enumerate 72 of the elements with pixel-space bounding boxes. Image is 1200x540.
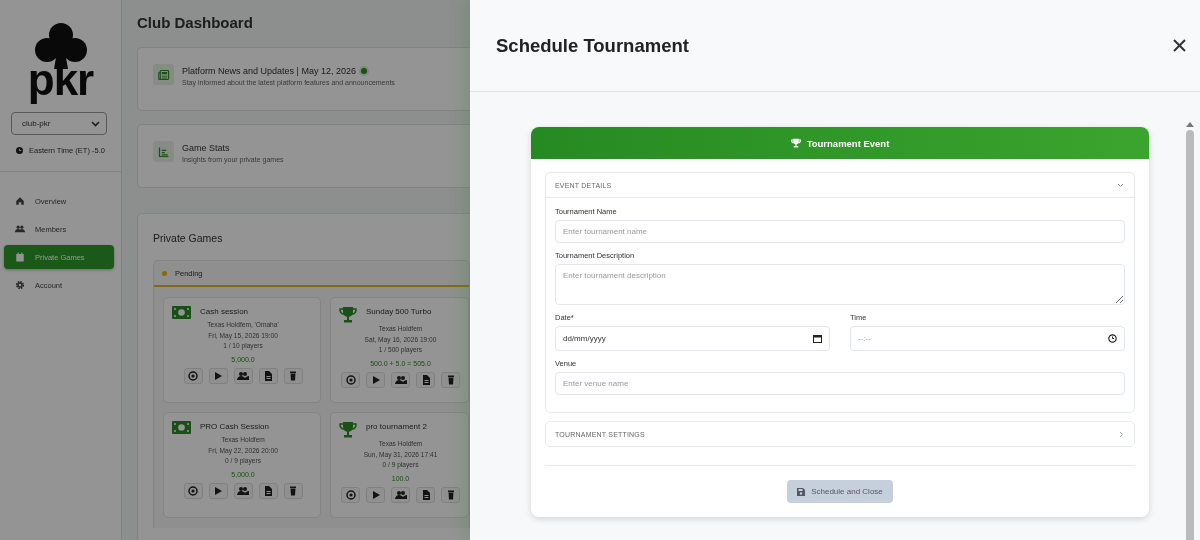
card-title: Tournament Event [806, 137, 890, 149]
start-button[interactable] [366, 371, 385, 388]
players-button[interactable] [391, 486, 410, 503]
card-title: Game Stats [182, 143, 230, 153]
newspaper-icon [157, 68, 170, 81]
users-icon [237, 485, 249, 496]
card-title: Platform News and Updates | May 12, 2026 [182, 66, 356, 76]
calendar-icon [813, 334, 822, 343]
view-button[interactable] [341, 486, 360, 503]
game-title: Sunday 500 Turbo [366, 307, 432, 316]
logo-text: pkr [27, 58, 94, 102]
users-icon [394, 489, 407, 500]
document-icon [262, 485, 274, 496]
text-field[interactable]: Enter tournament name [555, 220, 1125, 243]
trophy-icon [339, 421, 357, 438]
users-icon [237, 370, 249, 381]
club-select[interactable]: club-pkr [11, 112, 107, 135]
home-icon [15, 196, 25, 206]
eye-icon [187, 485, 199, 496]
text-field[interactable]: Enter venue name [555, 372, 1125, 395]
play-icon [212, 485, 224, 496]
players-button[interactable] [391, 371, 410, 388]
time-field[interactable]: --:-- [850, 326, 1125, 351]
calendar-icon [15, 252, 25, 262]
game-title: Cash session [200, 307, 249, 316]
chart-icon [157, 145, 170, 158]
start-button[interactable] [208, 367, 228, 384]
document-button[interactable] [258, 482, 278, 499]
eye-icon [344, 374, 357, 385]
chevron-right-icon [1119, 430, 1124, 438]
trophy-icon [790, 138, 801, 148]
textarea-field[interactable]: Enter tournament description [555, 264, 1125, 305]
clock-icon [1108, 334, 1117, 343]
banknote-icon [172, 306, 191, 319]
users-icon [394, 374, 407, 385]
gear-icon [15, 280, 25, 290]
game-title: pro tournament 2 [366, 422, 427, 431]
view-button[interactable] [183, 482, 203, 499]
delete-button[interactable] [441, 486, 460, 503]
chevron-icon [91, 120, 100, 127]
delete-button[interactable] [283, 482, 303, 499]
eye-icon [344, 489, 357, 500]
trophy-icon [339, 306, 357, 323]
start-button[interactable] [208, 482, 228, 499]
game-title: PRO Cash Session [200, 422, 269, 431]
clock-icon [16, 147, 24, 154]
eye-icon [187, 370, 199, 381]
players-button[interactable] [233, 482, 253, 499]
section-title: Private Games [153, 232, 224, 244]
delete-button[interactable] [441, 371, 460, 388]
drawer-title: Schedule Tournament [496, 34, 689, 57]
trash-icon [287, 485, 299, 496]
status-dot [162, 270, 167, 276]
view-button[interactable] [341, 371, 360, 388]
close-button[interactable] [1171, 37, 1188, 54]
chevron-down-icon [1117, 182, 1124, 188]
view-button[interactable] [183, 367, 203, 384]
document-button[interactable] [416, 486, 435, 503]
trash-icon [287, 370, 299, 381]
close-icon [1173, 39, 1186, 52]
document-button[interactable] [416, 371, 435, 388]
document-icon [262, 370, 274, 381]
banknote-icon [172, 421, 191, 434]
play-icon [212, 370, 224, 381]
document-button[interactable] [258, 367, 278, 384]
players-button[interactable] [233, 367, 253, 384]
users-icon [15, 224, 25, 234]
page-title: Club Dashboard [137, 14, 254, 31]
start-button[interactable] [366, 486, 385, 503]
delete-button[interactable] [283, 367, 303, 384]
date-field[interactable]: dd/mm/yyyy [555, 326, 830, 351]
scrollbar[interactable] [1186, 122, 1194, 540]
